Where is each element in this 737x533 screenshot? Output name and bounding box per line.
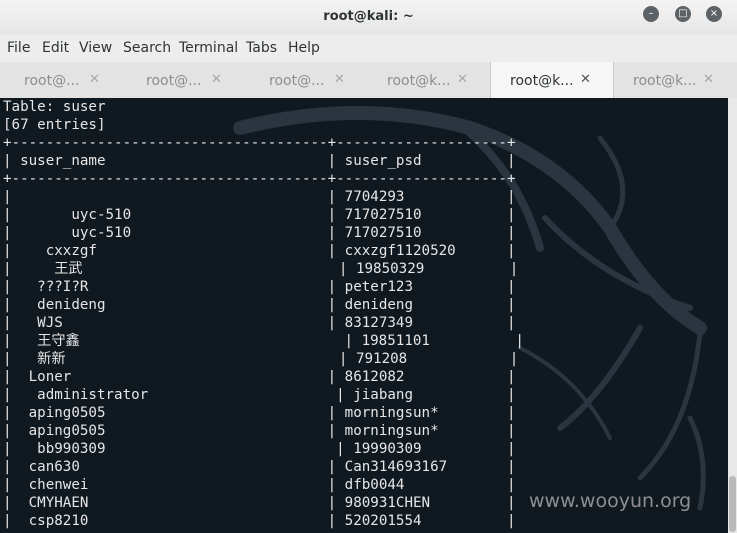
title-bar: root@kali: ~ – □ × <box>0 0 737 34</box>
terminal-line: | aping0505 | morningsun* | <box>3 423 516 439</box>
watermark: www.wooyun.org <box>529 490 692 512</box>
tab-label: root@k... <box>387 73 451 89</box>
menu-tabs[interactable]: Tabs <box>246 40 277 56</box>
terminal-line: | ???I?R | peter123 | <box>3 279 516 295</box>
menu-file[interactable]: File <box>7 40 30 56</box>
terminal-line: | cxxzgf | cxxzgf1120520 | <box>3 243 516 259</box>
menu-edit[interactable]: Edit <box>42 40 69 56</box>
terminal-line: | 王武 | 19850329 | <box>3 261 519 277</box>
terminal-line: | Loner | 8612082 | <box>3 369 516 385</box>
terminal-line: Table: suser <box>3 99 106 115</box>
tab-label: root@... <box>269 73 325 89</box>
terminal-line: | WJS | 83127349 | <box>3 315 516 331</box>
window-title: root@kali: ~ <box>323 9 414 24</box>
menu-search[interactable]: Search <box>123 40 171 56</box>
terminal-line: +-------------------------------------+-… <box>3 171 516 187</box>
close-icon[interactable]: × <box>706 6 722 22</box>
tab-close-icon[interactable]: ✕ <box>580 72 591 87</box>
terminal-line: | uyc-510 | 717027510 | <box>3 225 516 241</box>
tab-label: root@k... <box>633 73 697 89</box>
tab-4[interactable]: root@k... ✕ <box>368 62 490 98</box>
tab-bar: root@... ✕ root@... ✕ root@... ✕ root@k.… <box>0 62 737 99</box>
terminal-line: | administrator | jiabang | <box>3 387 516 403</box>
tab-label: root@... <box>146 73 202 89</box>
terminal-scrollbar[interactable] <box>728 98 737 533</box>
terminal-line: | denideng | denideng | <box>3 297 516 313</box>
menu-help[interactable]: Help <box>288 40 320 56</box>
menu-terminal[interactable]: Terminal <box>179 40 238 56</box>
terminal-line: | can630 | Can314693167 | <box>3 459 516 475</box>
terminal-line: | chenwei | dfb0044 | <box>3 477 516 493</box>
tab-3[interactable]: root@... ✕ <box>245 62 367 98</box>
tab-close-icon[interactable]: ✕ <box>334 72 345 87</box>
terminal-line: | suser_name | suser_psd | <box>3 153 516 169</box>
terminal-line: +-------------------------------------+-… <box>3 135 516 151</box>
tab-close-icon[interactable]: ✕ <box>211 72 222 87</box>
tab-5-active[interactable]: root@k... ✕ <box>490 62 614 98</box>
terminal-line: | | 7704293 | <box>3 189 516 205</box>
terminal-line: | CMYHAEN | 980931CHEN | <box>3 495 516 511</box>
tab-2[interactable]: root@... ✕ <box>122 62 244 98</box>
tab-label: root@... <box>24 73 80 89</box>
menu-view[interactable]: View <box>79 40 112 56</box>
tab-6[interactable]: root@k... ✕ <box>614 62 736 98</box>
terminal-line: | uyc-510 | 717027510 | <box>3 207 516 223</box>
scrollbar-thumb[interactable] <box>729 476 736 532</box>
terminal-line: | 王守鑫 | 19851101 | <box>3 333 524 349</box>
terminal-line: | bb990309 | 19990309 | <box>3 441 516 457</box>
tab-close-icon[interactable]: ✕ <box>703 72 714 87</box>
tab-label: root@k... <box>510 73 574 89</box>
menu-bar: File Edit View Search Terminal Tabs Help <box>0 34 737 62</box>
terminal-line: [67 entries] <box>3 117 106 133</box>
minimize-icon[interactable]: – <box>643 6 659 22</box>
tab-close-icon[interactable]: ✕ <box>89 72 100 87</box>
tab-1[interactable]: root@... ✕ <box>0 62 122 98</box>
maximize-icon[interactable]: □ <box>675 6 691 22</box>
terminal-line: | 新新 | 791208 | <box>3 351 519 367</box>
terminal-line: | aping0505 | morningsun* | <box>3 405 516 421</box>
terminal-line: | csp8210 | 520201554 | <box>3 513 516 529</box>
terminal-output[interactable]: Table: suser [67 entries] +-------------… <box>0 98 728 533</box>
tab-close-icon[interactable]: ✕ <box>457 72 468 87</box>
